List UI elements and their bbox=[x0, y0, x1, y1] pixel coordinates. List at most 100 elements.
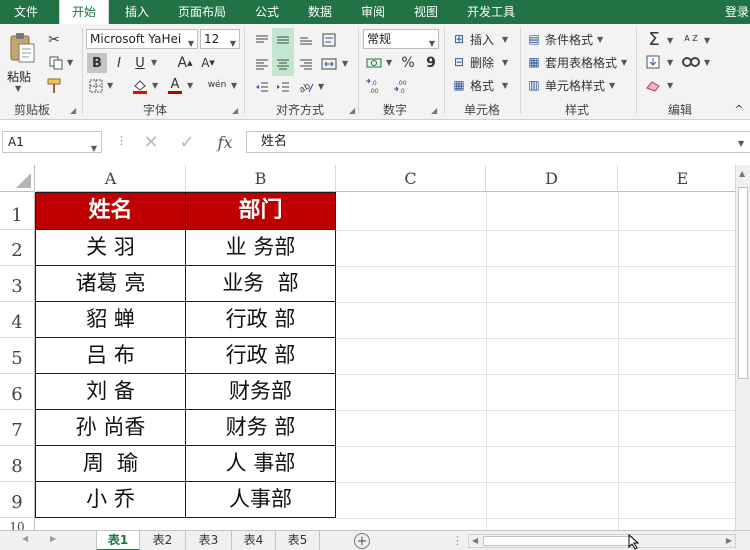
clear-icon[interactable] bbox=[643, 76, 663, 96]
orientation-icon[interactable]: ab bbox=[295, 77, 317, 97]
border-icon[interactable] bbox=[87, 76, 105, 96]
bold-button[interactable]: B bbox=[87, 53, 107, 73]
cell-a1[interactable]: 姓名 bbox=[36, 193, 186, 230]
vertical-scrollbar[interactable]: ▲ bbox=[735, 165, 750, 530]
sheet-tab-1[interactable]: 表1 bbox=[96, 531, 140, 550]
increase-font-size-button[interactable]: A ▲ bbox=[175, 53, 195, 73]
name-box[interactable]: A1 ▼ bbox=[2, 131, 102, 153]
row-header-5[interactable]: 5 bbox=[0, 338, 35, 374]
row-header-4[interactable]: 4 bbox=[0, 302, 35, 338]
enter-icon[interactable]: ✓ bbox=[176, 132, 198, 153]
format-painter-icon[interactable] bbox=[44, 76, 64, 96]
clear-dropdown-icon[interactable]: ▼ bbox=[667, 81, 673, 90]
align-top-icon[interactable] bbox=[251, 30, 273, 50]
row-header-1[interactable]: 1 bbox=[0, 193, 35, 230]
paste-button[interactable] bbox=[6, 30, 38, 66]
cell-b3[interactable]: 业务 部 bbox=[186, 266, 336, 302]
column-header-a[interactable]: A bbox=[36, 165, 186, 192]
font-name-select[interactable]: Microsoft YaHei ▼ bbox=[86, 29, 198, 49]
tab-page-layout[interactable]: 页面布局 bbox=[170, 0, 234, 24]
tab-data[interactable]: 数据 bbox=[299, 0, 341, 24]
column-header-d[interactable]: D bbox=[486, 165, 618, 192]
tab-review[interactable]: 审阅 bbox=[352, 0, 394, 24]
format-cells-button[interactable]: ▦ 格式 ▼ bbox=[451, 75, 508, 95]
align-center-icon[interactable] bbox=[272, 52, 294, 76]
cell-a7[interactable]: 孙 尚香 bbox=[36, 410, 186, 446]
scroll-left-icon[interactable]: ◀ bbox=[472, 536, 478, 545]
row-header-6[interactable]: 6 bbox=[0, 374, 35, 410]
cell-a5[interactable]: 吕 布 bbox=[36, 338, 186, 374]
conditional-formatting-button[interactable]: ▤ 条件格式 ▼ bbox=[526, 29, 603, 49]
expand-formula-bar-icon[interactable]: ▼ bbox=[738, 139, 744, 148]
cell-a9[interactable]: 小 乔 bbox=[36, 482, 186, 518]
percent-button[interactable]: % bbox=[398, 53, 418, 73]
next-sheet-icon[interactable]: ▶ bbox=[50, 534, 56, 543]
wrap-text-icon[interactable] bbox=[318, 30, 340, 50]
tab-insert[interactable]: 插入 bbox=[116, 0, 158, 24]
align-right-icon[interactable] bbox=[295, 54, 317, 74]
alignment-launcher-icon[interactable]: ◢ bbox=[349, 106, 355, 115]
fill-color-dropdown-icon[interactable]: ▼ bbox=[152, 81, 158, 90]
cut-icon[interactable]: ✂ bbox=[44, 30, 64, 50]
number-format-select[interactable]: 常规 ▼ bbox=[363, 29, 439, 49]
cell-b5[interactable]: 行政 部 bbox=[186, 338, 336, 374]
merge-dropdown-icon[interactable]: ▼ bbox=[342, 59, 348, 68]
tab-split-grip-icon[interactable]: ⋮ bbox=[452, 534, 463, 547]
align-bottom-icon[interactable] bbox=[295, 30, 317, 50]
horizontal-scroll-thumb[interactable] bbox=[483, 536, 633, 546]
underline-dropdown-icon[interactable]: ▼ bbox=[151, 58, 157, 67]
row-header-7[interactable]: 7 bbox=[0, 410, 35, 446]
fill-color-icon[interactable] bbox=[130, 76, 150, 96]
decrease-decimal-icon[interactable]: .00.0 bbox=[391, 76, 415, 96]
insert-function-button[interactable]: fx bbox=[212, 131, 238, 153]
vertical-scroll-thumb[interactable] bbox=[738, 187, 748, 379]
cell-b1[interactable]: 部门 bbox=[186, 193, 336, 230]
sheet-tab-5[interactable]: 表5 bbox=[276, 531, 320, 550]
comma-style-button[interactable]: 9 bbox=[421, 53, 441, 73]
increase-decimal-icon[interactable]: .0.00 bbox=[363, 76, 387, 96]
tab-developer[interactable]: 开发工具 bbox=[460, 0, 522, 24]
tab-home[interactable]: 开始 bbox=[59, 0, 109, 25]
border-dropdown-icon[interactable]: ▼ bbox=[107, 81, 113, 90]
clipboard-launcher-icon[interactable]: ◢ bbox=[70, 106, 76, 115]
tab-file[interactable]: 文件 bbox=[0, 0, 52, 24]
phonetic-guide-button[interactable]: wén bbox=[205, 74, 229, 96]
cell-b4[interactable]: 行政 部 bbox=[186, 302, 336, 338]
column-header-e[interactable]: E bbox=[618, 165, 735, 192]
formula-input[interactable]: 姓名 bbox=[246, 131, 750, 153]
find-select-icon[interactable] bbox=[679, 52, 703, 72]
sheet-tab-3[interactable]: 表3 bbox=[186, 531, 232, 550]
copy-dropdown-icon[interactable]: ▼ bbox=[67, 58, 73, 67]
merge-center-icon[interactable] bbox=[318, 54, 340, 74]
horizontal-scrollbar[interactable]: ◀ ▶ bbox=[468, 534, 736, 548]
italic-button[interactable]: I bbox=[110, 53, 128, 73]
decrease-font-size-button[interactable]: A ▼ bbox=[198, 53, 218, 73]
sheet-tab-2[interactable]: 表2 bbox=[140, 531, 186, 550]
row-header-10[interactable]: 10 bbox=[0, 518, 35, 530]
align-middle-icon[interactable] bbox=[272, 28, 294, 52]
font-color-button[interactable]: A bbox=[165, 76, 185, 96]
phonetic-dropdown-icon[interactable]: ▼ bbox=[231, 81, 237, 90]
login-link[interactable]: 登录 bbox=[722, 0, 750, 24]
cell-styles-button[interactable]: ▥ 单元格样式 ▼ bbox=[526, 75, 615, 95]
prev-sheet-icon[interactable]: ◀ bbox=[22, 534, 28, 543]
collapse-ribbon-icon[interactable]: ^ bbox=[732, 102, 746, 116]
row-header-9[interactable]: 9 bbox=[0, 482, 35, 518]
cell-b6[interactable]: 财务部 bbox=[186, 374, 336, 410]
cell-b9[interactable]: 人事部 bbox=[186, 482, 336, 518]
number-launcher-icon[interactable]: ◢ bbox=[431, 106, 437, 115]
currency-icon[interactable] bbox=[363, 53, 385, 73]
sort-dropdown-icon[interactable]: ▼ bbox=[704, 36, 710, 45]
autosum-button[interactable]: Σ bbox=[643, 28, 665, 50]
cell-b7[interactable]: 财务 部 bbox=[186, 410, 336, 446]
cell-a6[interactable]: 刘 备 bbox=[36, 374, 186, 410]
find-dropdown-icon[interactable]: ▼ bbox=[704, 58, 710, 67]
autosum-dropdown-icon[interactable]: ▼ bbox=[667, 36, 673, 45]
fill-icon[interactable] bbox=[643, 52, 663, 72]
worksheet-grid[interactable]: A B C D E 1 2 3 4 5 6 7 8 9 10 姓名 部门 关 羽… bbox=[0, 165, 735, 530]
row-header-3[interactable]: 3 bbox=[0, 266, 35, 302]
copy-icon[interactable] bbox=[44, 53, 68, 73]
cell-a2[interactable]: 关 羽 bbox=[36, 230, 186, 266]
cell-b2[interactable]: 业 务部 bbox=[186, 230, 336, 266]
sheet-tab-4[interactable]: 表4 bbox=[232, 531, 276, 550]
